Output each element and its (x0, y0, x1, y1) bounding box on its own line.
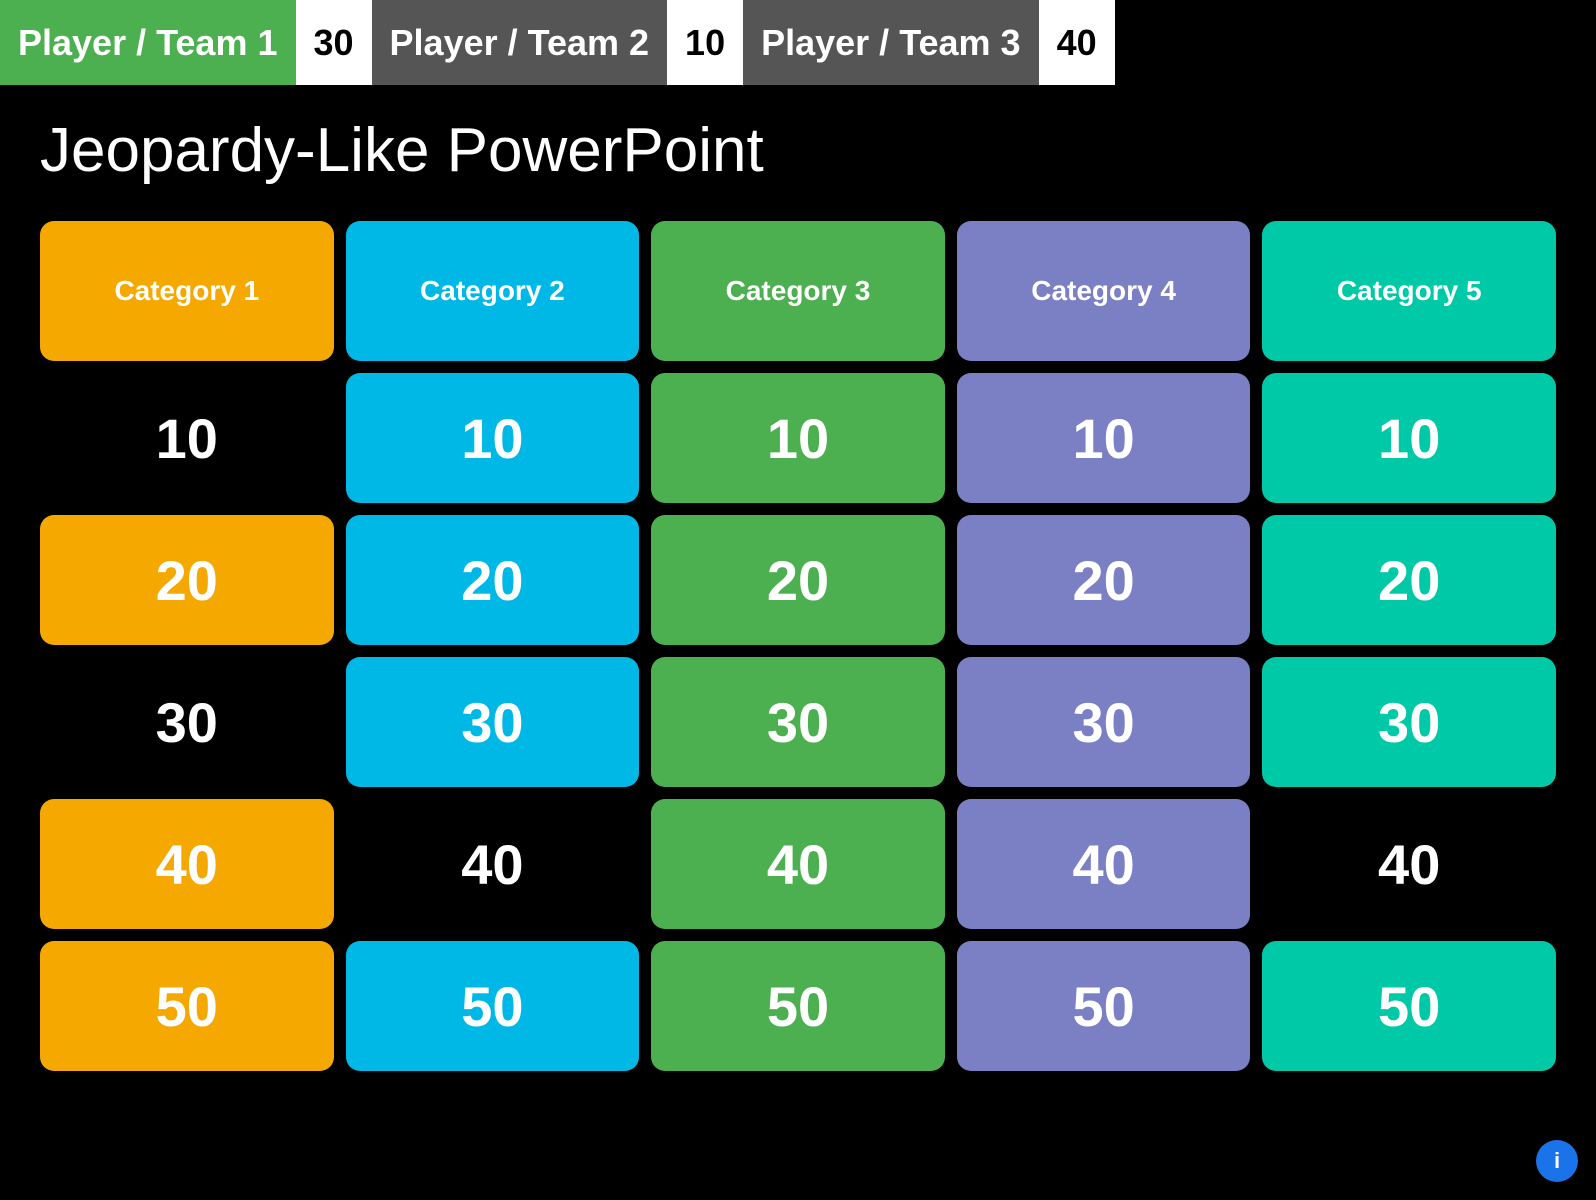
value-cell-r4-c5[interactable]: 40 (1262, 799, 1556, 929)
category-header-4[interactable]: Category 4 (957, 221, 1251, 361)
team-name: Player / Team 3 (743, 0, 1039, 85)
value-cell-r4-c3[interactable]: 40 (651, 799, 945, 929)
value-cell-r5-c2[interactable]: 50 (346, 941, 640, 1071)
value-cell-r3-c1[interactable]: 30 (40, 657, 334, 787)
value-cell-r2-c1[interactable]: 20 (40, 515, 334, 645)
team-block: Player / Team 210 (372, 0, 744, 85)
category-header-1[interactable]: Category 1 (40, 221, 334, 361)
value-cell-r3-c2[interactable]: 30 (346, 657, 640, 787)
value-cell-r1-c4[interactable]: 10 (957, 373, 1251, 503)
team-block: Player / Team 340 (743, 0, 1115, 85)
value-cell-r1-c3[interactable]: 10 (651, 373, 945, 503)
category-header-2[interactable]: Category 2 (346, 221, 640, 361)
team-score: 30 (296, 0, 372, 85)
value-cell-r1-c1[interactable]: 10 (40, 373, 334, 503)
category-header-3[interactable]: Category 3 (651, 221, 945, 361)
info-icon[interactable]: i (1536, 1140, 1578, 1182)
team-score: 40 (1039, 0, 1115, 85)
team-name: Player / Team 2 (372, 0, 668, 85)
value-cell-r5-c3[interactable]: 50 (651, 941, 945, 1071)
value-cell-r2-c3[interactable]: 20 (651, 515, 945, 645)
team-score: 10 (667, 0, 743, 85)
value-cell-r4-c1[interactable]: 40 (40, 799, 334, 929)
team-block: Player / Team 130 (0, 0, 372, 85)
value-cell-r4-c2[interactable]: 40 (346, 799, 640, 929)
value-cell-r3-c3[interactable]: 30 (651, 657, 945, 787)
value-cell-r2-c4[interactable]: 20 (957, 515, 1251, 645)
category-header-5[interactable]: Category 5 (1262, 221, 1556, 361)
value-cell-r5-c4[interactable]: 50 (957, 941, 1251, 1071)
value-cell-r4-c4[interactable]: 40 (957, 799, 1251, 929)
game-board: Category 1Category 2Category 3Category 4… (40, 221, 1556, 1071)
value-cell-r3-c4[interactable]: 30 (957, 657, 1251, 787)
value-cell-r1-c2[interactable]: 10 (346, 373, 640, 503)
value-cell-r2-c2[interactable]: 20 (346, 515, 640, 645)
value-cell-r5-c5[interactable]: 50 (1262, 941, 1556, 1071)
value-cell-r5-c1[interactable]: 50 (40, 941, 334, 1071)
page-title: Jeopardy-Like PowerPoint (40, 115, 1556, 186)
value-cell-r3-c5[interactable]: 30 (1262, 657, 1556, 787)
score-bar: Player / Team 130Player / Team 210Player… (0, 0, 1596, 85)
value-cell-r2-c5[interactable]: 20 (1262, 515, 1556, 645)
value-cell-r1-c5[interactable]: 10 (1262, 373, 1556, 503)
team-name: Player / Team 1 (0, 0, 296, 85)
